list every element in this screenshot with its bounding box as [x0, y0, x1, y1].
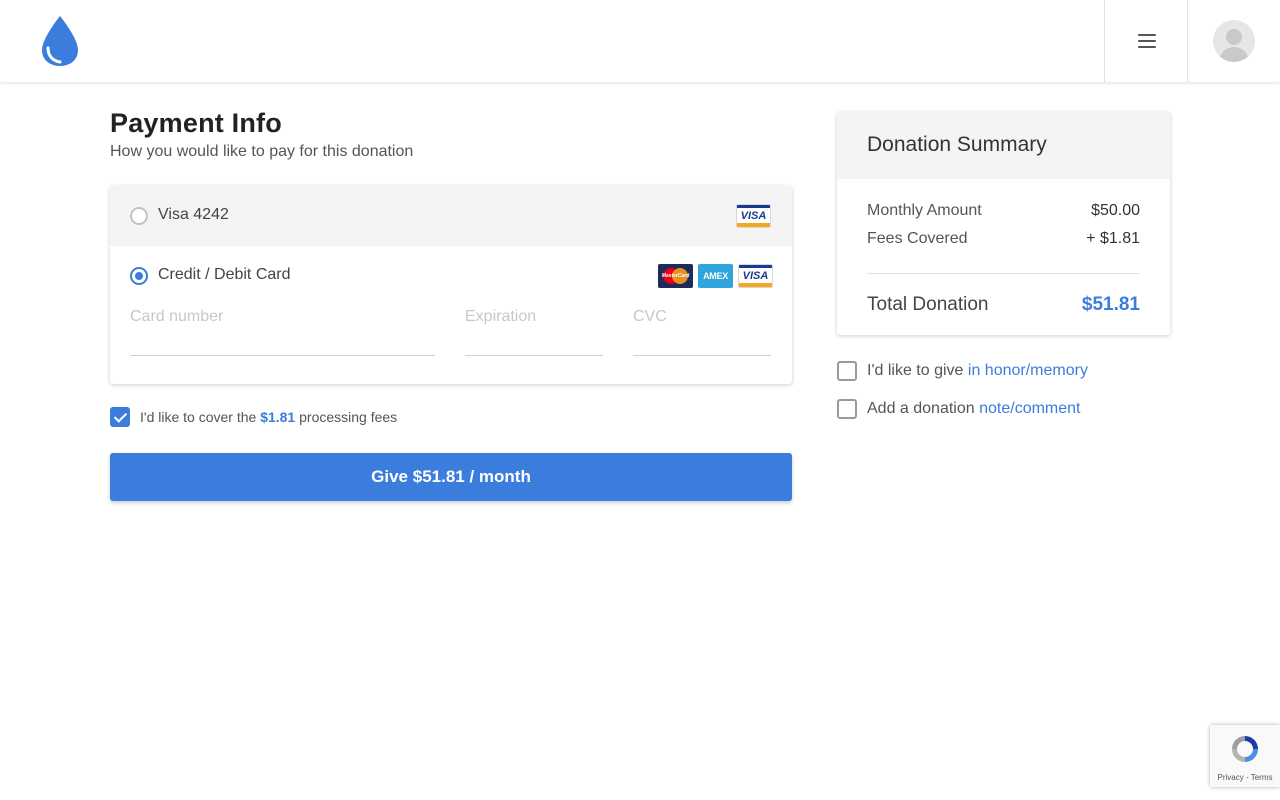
saved-card-option[interactable]: Visa 4242 VISA: [110, 186, 792, 246]
page-title: Payment Info: [110, 108, 282, 138]
page-subtitle: How you would like to pay for this donat…: [110, 143, 414, 160]
top-navbar: [0, 0, 1280, 82]
honor-memory-checkbox[interactable]: [837, 361, 857, 381]
cvc-field: [633, 306, 771, 356]
fees-covered-label: Fees Covered: [867, 230, 968, 247]
total-donation-value: $51.81: [1081, 294, 1140, 315]
hamburger-menu-icon: [1137, 34, 1156, 48]
recaptcha-privacy-terms[interactable]: Privacy - Terms: [1210, 773, 1280, 782]
summary-row-fees: Fees Covered + $1.81: [867, 230, 1140, 248]
summary-row-monthly: Monthly Amount $50.00: [867, 202, 1140, 220]
payment-method-card: Visa 4242 VISA Credit / Debit Card Maste…: [110, 186, 792, 384]
fee-amount: $1.81: [260, 409, 296, 425]
recaptcha-badge[interactable]: Privacy - Terms: [1210, 725, 1280, 787]
amex-card-icon: AMEX: [698, 264, 733, 288]
saved-card-label: Visa 4242: [158, 206, 229, 223]
summary-title: Donation Summary: [837, 112, 1170, 179]
recaptcha-icon: [1232, 736, 1258, 762]
new-card-radio[interactable]: [130, 267, 148, 285]
donation-note-option: Add a donation note/comment: [837, 399, 1081, 419]
card-number-field: [130, 306, 435, 356]
payment-info-header: Payment Info How you would like to pay f…: [110, 108, 792, 161]
new-card-label: Credit / Debit Card: [158, 266, 291, 283]
cover-fees-checkbox[interactable]: [110, 407, 130, 427]
monthly-amount-value: $50.00: [1091, 202, 1140, 219]
honor-memory-option: I'd like to give in honor/memory: [837, 361, 1088, 381]
profile-button[interactable]: [1187, 0, 1280, 82]
visa-card-icon: VISA: [738, 264, 773, 288]
expiration-field: [465, 306, 603, 356]
summary-row-total: Total Donation $51.81: [867, 294, 1140, 316]
donation-note-link[interactable]: note/comment: [979, 400, 1080, 417]
donation-summary-card: Donation Summary Monthly Amount $50.00 F…: [837, 112, 1170, 335]
mastercard-icon: MasterCard: [658, 264, 693, 288]
water-drop-icon[interactable]: [40, 14, 80, 68]
give-button[interactable]: Give $51.81 / month: [110, 453, 792, 501]
honor-memory-link[interactable]: in honor/memory: [968, 362, 1088, 379]
fees-covered-value: + $1.81: [1086, 230, 1140, 247]
saved-card-radio[interactable]: [130, 207, 148, 225]
donation-note-prefix: Add a donation: [867, 400, 975, 417]
honor-memory-prefix: I'd like to give: [867, 362, 964, 379]
summary-divider: [867, 273, 1140, 274]
monthly-amount-label: Monthly Amount: [867, 202, 982, 219]
donation-note-checkbox[interactable]: [837, 399, 857, 419]
cover-fees-row: I'd like to cover the $1.81 processing f…: [110, 406, 397, 428]
cvc-input[interactable]: [633, 306, 771, 326]
card-number-input[interactable]: [130, 306, 435, 326]
expiration-input[interactable]: [465, 306, 603, 326]
total-donation-label: Total Donation: [867, 294, 989, 315]
visa-card-icon: VISA: [736, 204, 771, 228]
menu-button[interactable]: [1104, 0, 1188, 82]
cover-fees-label: I'd like to cover the $1.81 processing f…: [140, 409, 398, 425]
user-avatar-icon: [1213, 20, 1255, 62]
